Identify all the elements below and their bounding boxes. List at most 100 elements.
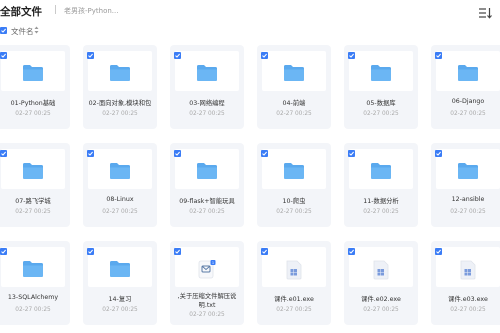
file-card[interactable]: 课件.e01.exe 02-27 00:25	[257, 241, 331, 325]
file-checkbox[interactable]	[435, 150, 442, 157]
folder-icon	[283, 162, 305, 184]
file-checkbox[interactable]	[348, 150, 355, 157]
file-checkbox[interactable]	[435, 248, 442, 255]
breadcrumb[interactable]: 老男孩-Python...	[64, 6, 118, 16]
file-checkbox[interactable]	[261, 248, 268, 255]
file-card[interactable]: 课件.e03.exe 02-27 00:25	[431, 241, 500, 325]
file-card[interactable]: 课件.e02.exe 02-27 00:25	[344, 241, 418, 325]
file-checkbox[interactable]	[87, 248, 94, 255]
file-checkbox[interactable]	[0, 248, 7, 255]
file-card[interactable]: 05-数据库 02-27 00:25	[344, 45, 418, 129]
folder-icon	[196, 64, 218, 86]
file-card[interactable]: 06-Django 02-27 00:25	[431, 45, 500, 129]
file-date: 02-27 00:25	[276, 307, 312, 313]
file-card[interactable]: 08-Linux 02-27 00:25	[83, 143, 157, 227]
file-card[interactable]: 01-Python基础 02-27 00:25	[0, 45, 70, 129]
file-checkbox[interactable]	[87, 52, 94, 59]
exe-file-icon	[285, 260, 303, 284]
file-date: 02-27 00:25	[15, 209, 51, 215]
file-thumbnail	[1, 247, 65, 287]
folder-icon	[457, 162, 479, 184]
file-checkbox[interactable]	[0, 150, 7, 157]
breadcrumb-separator: |	[54, 5, 58, 15]
file-name[interactable]: 13-SQLAlchemy	[0, 294, 70, 301]
file-date: 02-27 00:25	[102, 307, 138, 313]
exe-file-icon	[372, 260, 390, 284]
file-checkbox[interactable]	[261, 150, 268, 157]
file-card[interactable]: 07-路飞学城 02-27 00:25	[0, 143, 70, 227]
sort-menu-icon[interactable]	[478, 4, 492, 19]
file-card[interactable]: 04-前端 02-27 00:25	[257, 45, 331, 129]
file-date: 02-27 00:25	[363, 307, 399, 313]
check-icon	[1, 28, 6, 33]
sort-by-name-button[interactable]: 文件名	[11, 26, 34, 37]
file-name[interactable]: 课件.e03.exe	[431, 294, 500, 303]
file-date: 02-27 00:25	[189, 312, 225, 318]
file-name[interactable]: 07-路飞学城	[0, 196, 70, 205]
file-card[interactable]: 12-ansible 02-27 00:25	[431, 143, 500, 227]
file-thumbnail	[349, 51, 413, 91]
file-name[interactable]: 12-ansible	[431, 196, 500, 203]
list-toolbar: 文件名	[0, 25, 500, 39]
file-thumbnail	[175, 51, 239, 91]
file-date: 02-27 00:25	[276, 209, 312, 215]
file-checkbox[interactable]	[348, 248, 355, 255]
file-card[interactable]: 10-爬虫 02-27 00:25	[257, 143, 331, 227]
file-thumbnail: 1	[175, 247, 239, 287]
file-date: 02-27 00:25	[15, 111, 51, 117]
file-checkbox[interactable]	[435, 52, 442, 59]
file-thumbnail	[1, 149, 65, 189]
file-date: 02-27 00:25	[450, 209, 486, 215]
exe-file-icon	[459, 260, 477, 284]
file-card[interactable]: 03-网络编程 02-27 00:25	[170, 45, 244, 129]
file-checkbox[interactable]	[174, 150, 181, 157]
file-thumbnail	[349, 247, 413, 287]
select-all-checkbox[interactable]	[0, 27, 7, 34]
file-thumbnail	[436, 51, 500, 91]
file-date: 02-27 00:25	[363, 111, 399, 117]
file-date: 02-27 00:25	[450, 307, 486, 313]
file-card[interactable]: 14-复习 02-27 00:25	[83, 241, 157, 325]
sort-caret-icon[interactable]	[34, 26, 39, 35]
file-name[interactable]: 01-Python基础	[0, 98, 70, 107]
file-name[interactable]: 09-flask+智能玩具	[170, 196, 244, 205]
file-card[interactable]: 13-SQLAlchemy 02-27 00:25	[0, 241, 70, 325]
svg-text:1: 1	[212, 261, 214, 265]
folder-icon	[109, 260, 131, 282]
file-name[interactable]: 10-爬虫	[257, 196, 331, 205]
file-name[interactable]: 08-Linux	[83, 196, 157, 203]
file-checkbox[interactable]	[348, 52, 355, 59]
file-checkbox[interactable]	[0, 52, 7, 59]
file-thumbnail	[436, 149, 500, 189]
file-checkbox[interactable]	[261, 52, 268, 59]
folder-icon	[196, 162, 218, 184]
file-name[interactable]: 05-数据库	[344, 98, 418, 107]
folder-icon	[22, 260, 44, 282]
file-date: 02-27 00:25	[189, 209, 225, 215]
file-name[interactable]: 03-网络编程	[170, 98, 244, 107]
file-date: 02-27 00:25	[276, 111, 312, 117]
file-thumbnail	[262, 51, 326, 91]
file-thumbnail	[1, 51, 65, 91]
file-card[interactable]: 11-数据分析 02-27 00:25	[344, 143, 418, 227]
file-checkbox[interactable]	[174, 248, 181, 255]
file-checkbox[interactable]	[87, 150, 94, 157]
file-name[interactable]: 课件.e01.exe	[257, 294, 331, 303]
file-name[interactable]: 14-复习	[83, 294, 157, 303]
file-name[interactable]: ,关于压缩文件解压说明.txt	[174, 292, 240, 310]
file-name[interactable]: 04-前端	[257, 98, 331, 107]
file-date: 02-27 00:25	[363, 209, 399, 215]
file-name[interactable]: 课件.e02.exe	[344, 294, 418, 303]
file-thumbnail	[436, 247, 500, 287]
page-title[interactable]: 全部文件	[0, 4, 42, 19]
file-thumbnail	[88, 149, 152, 189]
file-checkbox[interactable]	[174, 52, 181, 59]
file-card[interactable]: 09-flask+智能玩具 02-27 00:25	[170, 143, 244, 227]
file-name[interactable]: 11-数据分析	[344, 196, 418, 205]
file-name[interactable]: 06-Django	[431, 98, 500, 105]
folder-icon	[109, 64, 131, 86]
file-name[interactable]: 02-面向对象,模块和包	[83, 98, 157, 107]
file-card[interactable]: 02-面向对象,模块和包 02-27 00:25	[83, 45, 157, 129]
text-file-icon: 1	[198, 260, 216, 284]
file-card[interactable]: 1 ,关于压缩文件解压说明.txt 02-27 00:25	[170, 241, 244, 325]
